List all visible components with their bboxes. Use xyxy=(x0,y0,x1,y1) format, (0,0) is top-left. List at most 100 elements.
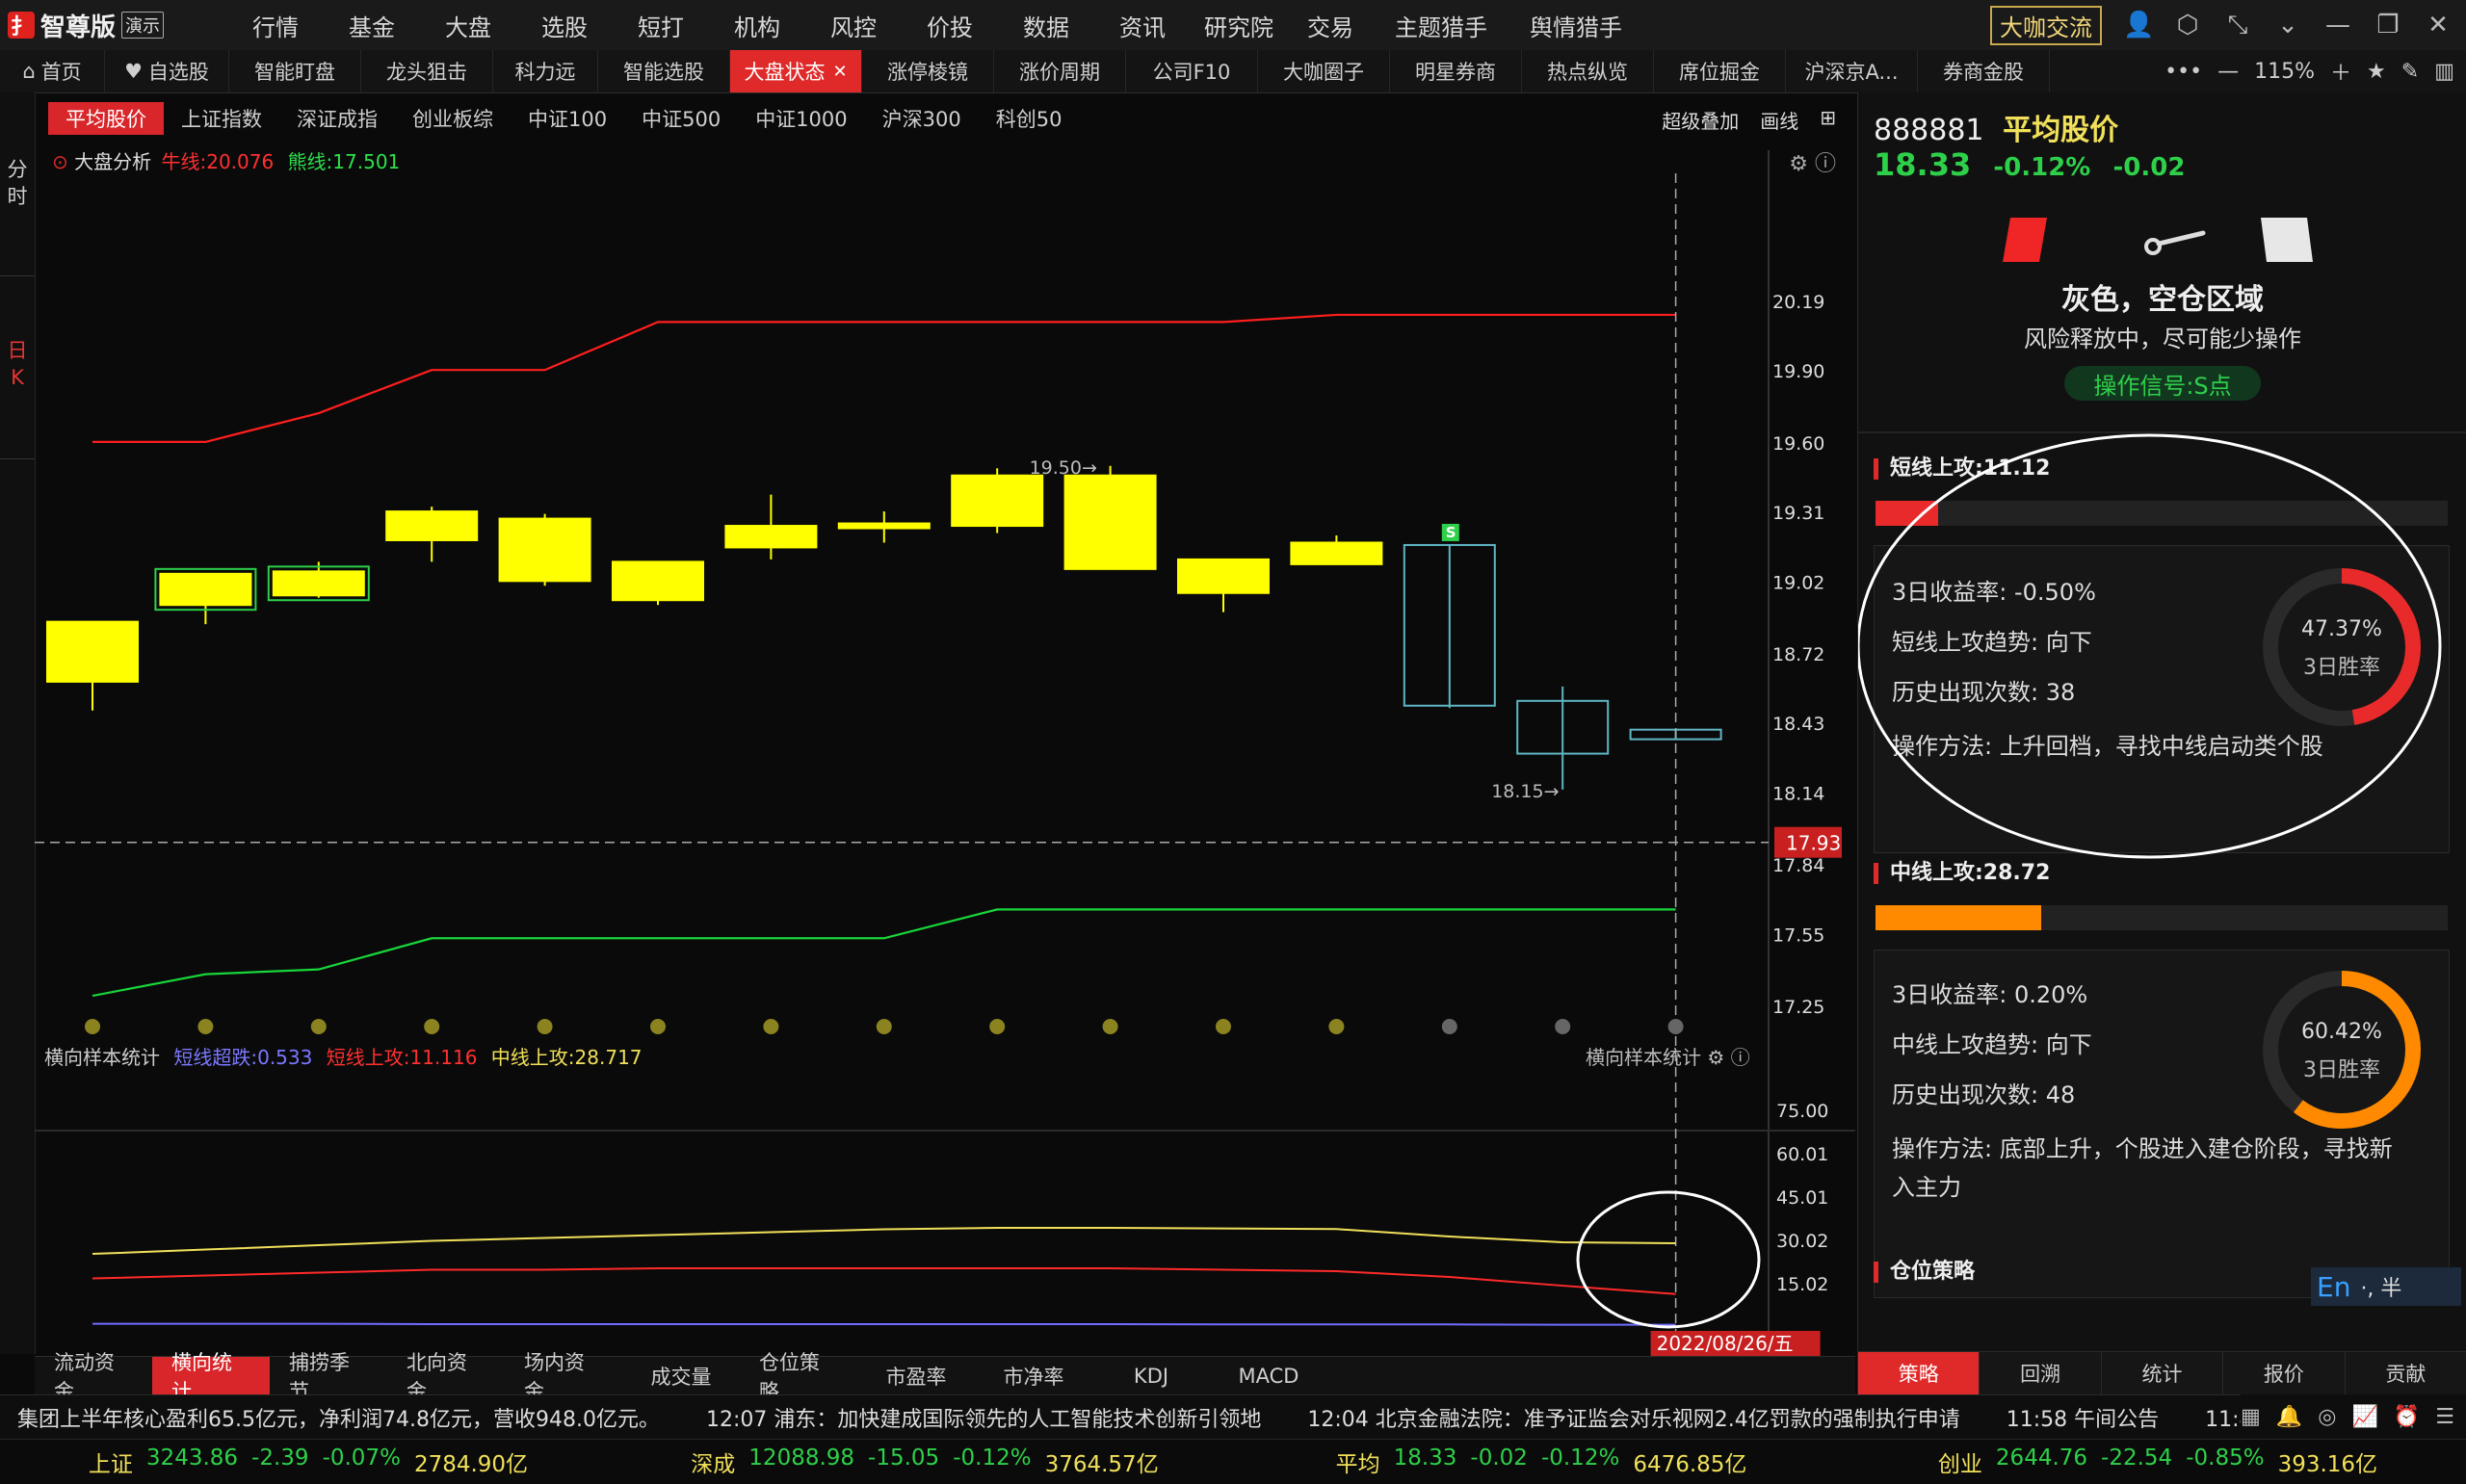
daka-button[interactable]: 大咖交流 xyxy=(1990,5,2102,45)
tab-14[interactable]: 沪深京A... xyxy=(1786,50,1918,92)
index-2[interactable]: 平均 18.33 -0.02 -0.12% 6476.85亿 xyxy=(1233,1445,1850,1478)
layout-icon[interactable]: ▥ xyxy=(2434,60,2454,84)
price-tick-label: 19.60 xyxy=(1772,433,1824,455)
target-icon[interactable]: ◎ xyxy=(2318,1405,2336,1429)
panel-tab-2[interactable]: 统计 xyxy=(2102,1352,2224,1394)
menu-bar: 扌 智尊版 演示 行情 基金 大盘 选股 短打 机构 风控 价投 数据 资讯 研究院 交易 主题猎手 舆情… xyxy=(0,0,2466,51)
mid-section-title: 中线上攻:28.72 xyxy=(1874,855,2050,886)
indicator-tab-3[interactable]: 北向资金 xyxy=(387,1351,505,1403)
tab-2[interactable]: 智能盯盘 xyxy=(229,50,361,92)
signal-dot xyxy=(85,1019,100,1034)
fenshi-tab[interactable]: 分 时 xyxy=(0,156,35,210)
indicator-tab-0[interactable]: 流动资金 xyxy=(35,1351,152,1403)
news-item[interactable]: 12:07 浦东：加快建成国际领先的人工智能技术创新引领地 xyxy=(706,1402,1261,1433)
tab-15[interactable]: 券商金股 xyxy=(1918,50,2050,92)
candle-body xyxy=(159,572,252,607)
menu-item[interactable]: 行情 xyxy=(227,9,324,42)
alarm-icon[interactable]: ⏰ xyxy=(2394,1405,2420,1429)
menu-item[interactable]: 价投 xyxy=(902,9,998,42)
menu-item[interactable]: 资讯 xyxy=(1094,9,1191,42)
close-icon[interactable]: ✕ xyxy=(2424,11,2453,39)
mid-info-box: 3日收益率: 0.20% 中线上攻趋势: 向下 历史出现次数: 48 操作方法:… xyxy=(1874,950,2450,1298)
ime-indicator[interactable]: En ·, 半 xyxy=(2311,1267,2461,1306)
indicator-tab-8[interactable]: 市净率 xyxy=(975,1357,1092,1395)
tab-label: 首页 xyxy=(40,61,82,84)
date-label: 2022/08/26/五 xyxy=(1657,1332,1794,1355)
menu-item[interactable]: 风控 xyxy=(805,9,902,42)
minimize-icon[interactable]: — xyxy=(2323,11,2352,39)
candle-body xyxy=(612,560,704,602)
indicator-tab-9[interactable]: KDJ xyxy=(1092,1357,1210,1395)
position-section-title: 仓位策略 xyxy=(1874,1254,1975,1285)
app-logo[interactable]: 扌 智尊版 演示 xyxy=(8,8,165,42)
tab-6[interactable]: 大盘状态 ✕ xyxy=(730,50,862,92)
more-icon[interactable]: ••• xyxy=(2164,60,2202,84)
close-icon[interactable]: ✕ xyxy=(832,62,847,82)
menu-item[interactable]: 大盘 xyxy=(420,9,516,42)
tab-label: 席位掘金 xyxy=(1679,61,1760,84)
chevron-down-icon[interactable]: ⌄ xyxy=(2273,11,2302,39)
zoom-in-icon[interactable]: ＋ xyxy=(2330,56,2351,87)
bell-icon[interactable]: 🔔 xyxy=(2276,1405,2302,1429)
menu-item[interactable]: 数据 xyxy=(998,9,1094,42)
tab-1[interactable]: ♥ 自选股 xyxy=(105,50,229,92)
list-icon[interactable]: ☰ xyxy=(2435,1405,2454,1429)
user-icon[interactable]: 👤 xyxy=(2123,11,2154,39)
tab-10[interactable]: 大咖圈子 xyxy=(1258,50,1390,92)
settings-icon[interactable]: ⬡ xyxy=(2173,11,2202,39)
menu-item[interactable]: 选股 xyxy=(516,9,613,42)
candle-body xyxy=(272,570,365,597)
menu-item[interactable]: 基金 xyxy=(324,9,420,42)
news-item[interactable]: 12:04 北京金融法院：准予证监会对乐视网2.4亿罚款的强制执行申请 xyxy=(1307,1402,1959,1433)
panel-tab-0[interactable]: 策略 xyxy=(1858,1352,1981,1394)
indicator-tab-4[interactable]: 场内资金 xyxy=(505,1351,622,1403)
ime-lang: En xyxy=(2317,1270,2351,1303)
tab-11[interactable]: 明星券商 xyxy=(1390,50,1522,92)
indicator-tab-5[interactable]: 成交量 xyxy=(622,1357,740,1395)
menu-item[interactable]: 机构 xyxy=(709,9,805,42)
pen-icon[interactable]: ✎ xyxy=(2401,60,2419,84)
menu-item[interactable]: 主题猎手 xyxy=(1374,9,1508,42)
chart-icon[interactable]: 📈 xyxy=(2351,1405,2377,1429)
signal-badge[interactable]: 操作信号:S点 xyxy=(2064,366,2261,401)
menu-item[interactable]: 舆情猎手 xyxy=(1508,9,1643,42)
star-icon[interactable]: ★ xyxy=(2367,60,2386,84)
news-item[interactable]: 11:58 午间公告 xyxy=(2007,1402,2159,1433)
panel-tab-4[interactable]: 贡献 xyxy=(2346,1352,2466,1394)
heart-icon: ♥ xyxy=(124,60,143,83)
shrink-icon[interactable]: ⤡ xyxy=(2223,11,2252,40)
indicator-tab-6[interactable]: 仓位策略 xyxy=(740,1351,857,1403)
panel-tab-3[interactable]: 报价 xyxy=(2223,1352,2346,1394)
tab-0[interactable]: ⌂ 首页 xyxy=(0,50,105,92)
indicator-tab-10[interactable]: MACD xyxy=(1210,1357,1327,1395)
tab-8[interactable]: 涨价周期 xyxy=(994,50,1126,92)
tab-3[interactable]: 龙头狙击 xyxy=(361,50,493,92)
tab-7[interactable]: 涨停棱镜 xyxy=(862,50,994,92)
tab-4[interactable]: 科力远 xyxy=(493,50,598,92)
calendar-icon[interactable]: ▦ xyxy=(2241,1405,2261,1429)
index-price: 12088.98 xyxy=(748,1445,855,1471)
low-annotation: 18.15→ xyxy=(1491,781,1559,802)
index-0[interactable]: 上证 3243.86 -2.39 -0.07% 2784.90亿 xyxy=(0,1445,616,1478)
tab-9[interactable]: 公司F10 xyxy=(1126,50,1258,92)
restore-icon[interactable]: ❐ xyxy=(2374,11,2402,39)
menu-item[interactable]: 研究院 xyxy=(1191,9,1287,42)
tab-5[interactable]: 智能选股 xyxy=(598,50,730,92)
index-1[interactable]: 深成 12088.98 -15.05 -0.12% 3764.57亿 xyxy=(616,1445,1233,1478)
indicator-tab-7[interactable]: 市盈率 xyxy=(857,1357,975,1395)
panel-tab-1[interactable]: 回溯 xyxy=(1980,1352,2102,1394)
zoom-out-icon[interactable]: — xyxy=(2217,60,2239,84)
mid-count: 历史出现次数: 48 xyxy=(1892,1081,2076,1108)
indicator-tab-2[interactable]: 捕捞季节 xyxy=(270,1351,387,1403)
tab-13[interactable]: 席位掘金 xyxy=(1654,50,1786,92)
menu-item[interactable]: 交易 xyxy=(1287,9,1374,42)
indicator-tab-1[interactable]: 横向统计 xyxy=(152,1351,270,1403)
tab-12[interactable]: 热点纵览 xyxy=(1522,50,1654,92)
tab-label: 热点纵览 xyxy=(1547,61,1628,84)
stock-code: 888881 xyxy=(1874,114,1984,147)
index-3[interactable]: 创业 2644.76 -22.54 -0.85% 393.16亿 xyxy=(1850,1445,2466,1478)
menu-item[interactable]: 短打 xyxy=(613,9,709,42)
news-item[interactable]: 集团上半年核心盈利65.5亿元，净利润74.8亿元，营收948.0亿元。 xyxy=(17,1402,660,1433)
rik-tab[interactable]: 日 K xyxy=(0,337,35,391)
kline-chart[interactable]: 20.19 19.90 19.60 19.31 19.02 18.72 18.43 18.14… xyxy=(35,92,1855,1356)
